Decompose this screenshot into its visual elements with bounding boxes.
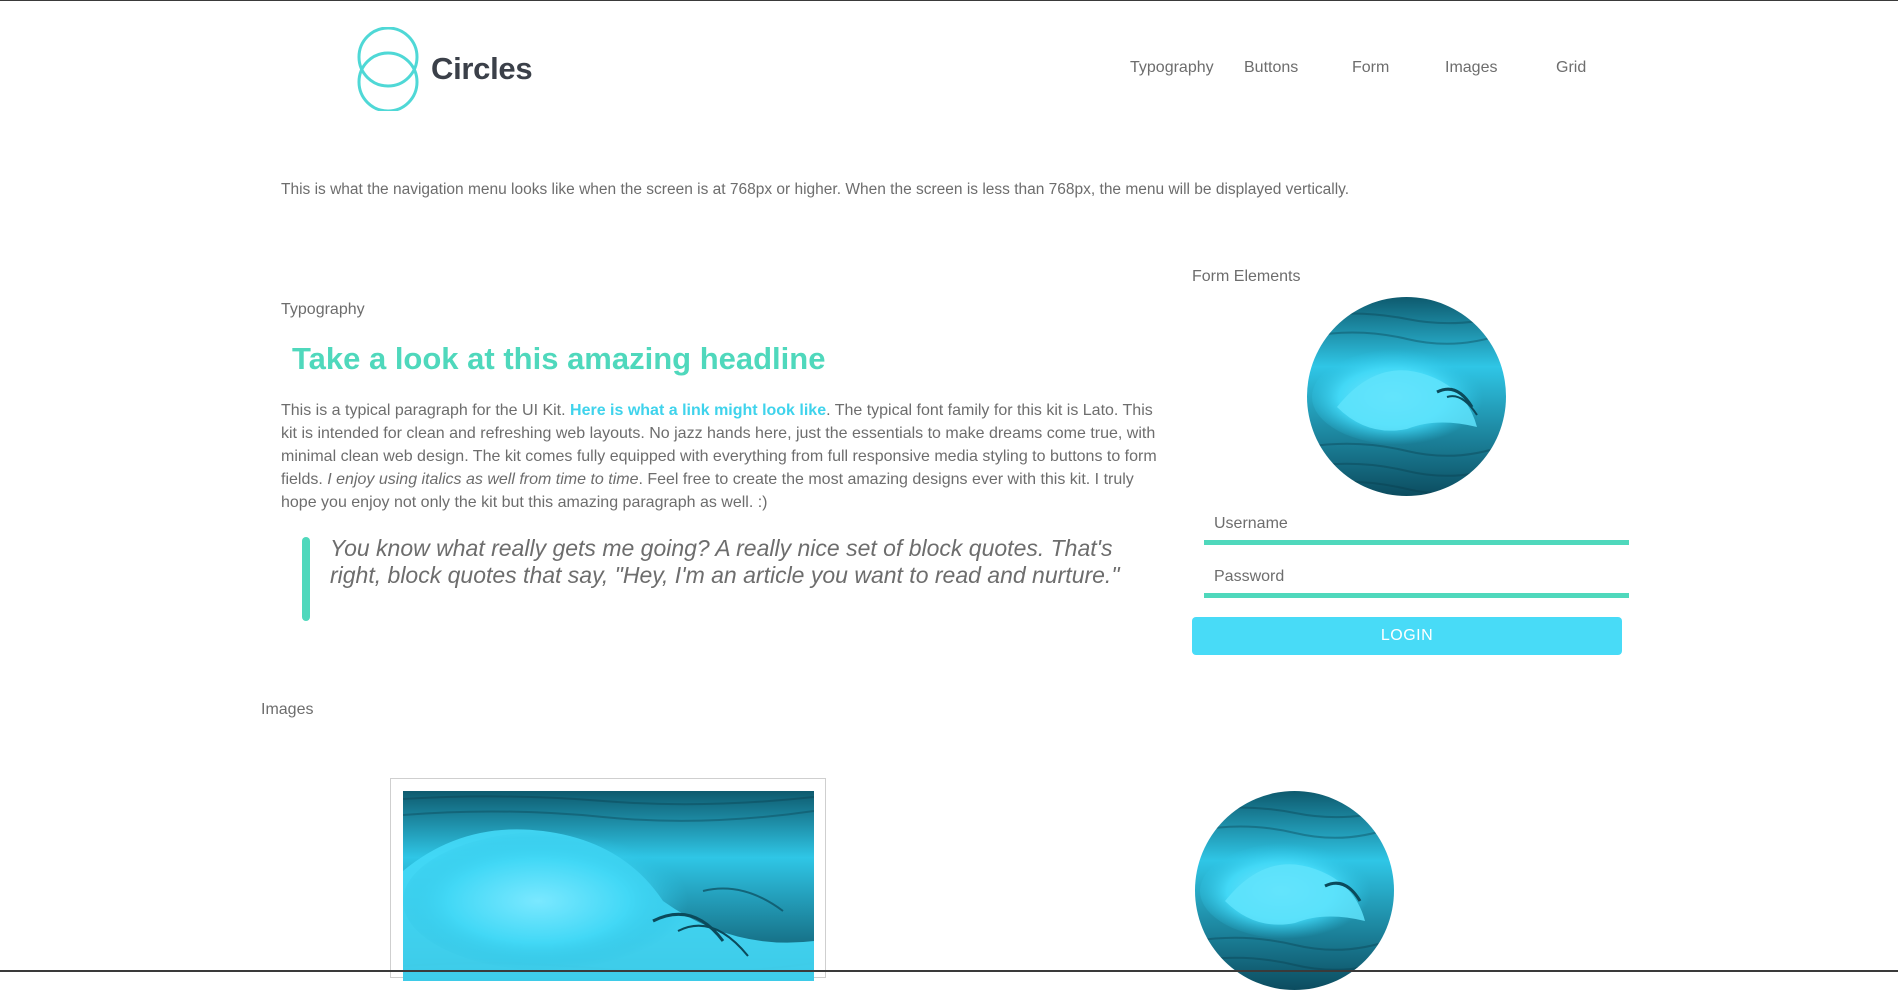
login-button[interactable]: LOGIN [1192,617,1622,655]
circles-logo-icon[interactable] [357,26,421,113]
password-field[interactable] [1204,561,1629,598]
ocean-wave-avatar-image [1307,297,1506,496]
blockquote-accent-bar [302,537,310,621]
nav-note: This is what the navigation menu looks l… [281,181,1350,198]
paragraph-italic: I enjoy using italics as well from time … [327,471,639,488]
nav-item-images[interactable]: Images [1445,59,1497,77]
page-bottom-divider [0,970,1898,972]
ocean-wave-framed-image [403,791,814,981]
headline: Take a look at this amazing headline [292,341,826,376]
paragraph-link[interactable]: Here is what a link might look like [570,402,826,419]
form-section-label: Form Elements [1192,268,1301,285]
blockquote: You know what really gets me going? A re… [330,535,1120,588]
typography-section-label: Typography [281,301,365,318]
nav-item-typography[interactable]: Typography [1130,59,1214,77]
body-paragraph: This is a typical paragraph for the UI K… [281,399,1161,514]
nav-item-form[interactable]: Form [1352,59,1389,77]
paragraph-text: This is a typical paragraph for the UI K… [281,402,571,419]
ocean-wave-circle-image [1195,791,1394,990]
brand-name[interactable]: Circles [431,51,533,87]
nav-item-grid[interactable]: Grid [1556,59,1586,77]
nav-item-buttons[interactable]: Buttons [1244,59,1298,77]
images-section-label: Images [261,701,314,718]
username-field[interactable] [1204,508,1629,545]
